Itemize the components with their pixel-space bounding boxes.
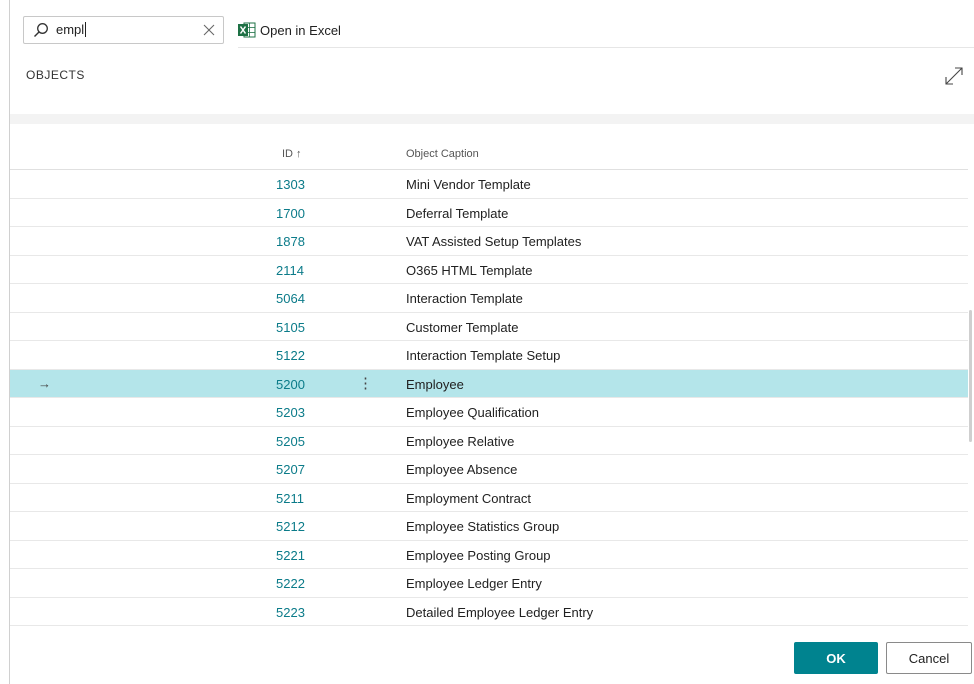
- column-header-id[interactable]: ID ↑: [282, 148, 302, 160]
- object-caption: Employee Qualification: [406, 405, 539, 420]
- open-in-excel-label: Open in Excel: [260, 22, 341, 38]
- object-caption: Employee Absence: [406, 462, 518, 477]
- close-icon[interactable]: [202, 23, 216, 37]
- object-id-link[interactable]: 5205: [276, 434, 305, 449]
- table-row[interactable]: → 5200 ⋮ Employee: [10, 369, 968, 398]
- search-value: empl: [56, 22, 87, 37]
- table-row[interactable]: 5122 Interaction Template Setup: [10, 341, 968, 370]
- object-caption: Employee Posting Group: [406, 547, 551, 563]
- object-caption: Deferral Template: [406, 205, 509, 221]
- toolbar-divider: [238, 47, 974, 48]
- grid-rows: 1303 Mini Vendor Template 1700 Deferral Tem…: [10, 170, 968, 626]
- object-caption: Detailed Employee Ledger Entry: [406, 604, 594, 620]
- open-in-excel-button[interactable]: Open in Excel: [238, 18, 341, 42]
- object-id-link[interactable]: 5200: [276, 377, 305, 392]
- toolbar: empl Open in Excel: [0, 0, 974, 48]
- object-id-link[interactable]: 2114: [276, 263, 304, 278]
- object-id-link[interactable]: 5122: [276, 348, 305, 363]
- row-actions-icon[interactable]: ⋮: [358, 374, 373, 392]
- scrollbar-thumb[interactable]: [969, 310, 972, 442]
- table-row[interactable]: 1700 Deferral Template: [10, 199, 968, 227]
- table-row[interactable]: 2114 O365 HTML Template: [10, 256, 968, 284]
- object-id-link[interactable]: 1878: [276, 234, 305, 249]
- object-id-link[interactable]: 5105: [276, 320, 305, 335]
- table-row[interactable]: 5205 Employee Relative: [10, 427, 968, 455]
- table-row[interactable]: 5222 Employee Ledger Entry: [10, 569, 968, 598]
- section-title: OBJECTS: [26, 68, 85, 82]
- current-row-arrow-icon: →: [38, 375, 51, 391]
- object-caption: Mini Vendor Template: [406, 177, 531, 192]
- table-row[interactable]: 5212 Employee Statistics Group: [10, 512, 968, 541]
- object-id-link[interactable]: 5222: [276, 576, 305, 591]
- objects-grid: ID ↑ Object Caption 1303 Mini Vendor Temp…: [10, 138, 968, 626]
- table-row[interactable]: 1303 Mini Vendor Template: [10, 170, 968, 199]
- table-row[interactable]: 5223 Detailed Employee Ledger Entry: [10, 598, 968, 626]
- object-caption: Employee Ledger Entry: [406, 576, 542, 591]
- table-row[interactable]: 5211 Employment Contract: [10, 484, 968, 512]
- object-caption: Interaction Template Setup: [406, 348, 561, 363]
- object-id-link[interactable]: 5212: [276, 519, 305, 534]
- grid-top-band: [10, 114, 974, 124]
- object-caption: Interaction Template: [406, 291, 523, 306]
- object-id-link[interactable]: 5207: [276, 462, 305, 477]
- object-caption: Employee: [406, 376, 464, 392]
- object-caption: Employee Relative: [406, 433, 515, 449]
- object-caption: Employee Statistics Group: [406, 519, 560, 534]
- grid-header: ID ↑ Object Caption: [10, 138, 968, 170]
- object-caption: VAT Assisted Setup Templates: [406, 234, 582, 249]
- object-id-link[interactable]: 1303: [276, 177, 305, 192]
- table-row[interactable]: 5221 Employee Posting Group: [10, 541, 968, 569]
- object-id-link[interactable]: 5221: [276, 548, 305, 563]
- table-row[interactable]: 5207 Employee Absence: [10, 455, 968, 484]
- table-row[interactable]: 1878 VAT Assisted Setup Templates: [10, 227, 968, 256]
- table-row[interactable]: 5064 Interaction Template: [10, 284, 968, 313]
- object-id-link[interactable]: 1700: [276, 206, 305, 221]
- object-caption: Employment Contract: [406, 490, 531, 506]
- object-id-link[interactable]: 5203: [276, 405, 305, 420]
- object-caption: O365 HTML Template: [406, 262, 533, 278]
- object-id-link[interactable]: 5211: [276, 491, 304, 506]
- expand-icon[interactable]: [944, 66, 964, 86]
- object-caption: Customer Template: [406, 319, 519, 335]
- excel-icon: [238, 22, 256, 38]
- cancel-button[interactable]: Cancel: [886, 642, 972, 674]
- search-input[interactable]: empl: [23, 16, 224, 44]
- table-row[interactable]: 5105 Customer Template: [10, 313, 968, 341]
- ok-button[interactable]: OK: [794, 642, 878, 674]
- table-row[interactable]: 5203 Employee Qualification: [10, 398, 968, 427]
- object-id-link[interactable]: 5064: [276, 291, 305, 306]
- column-header-caption[interactable]: Object Caption: [406, 148, 479, 160]
- search-icon: [34, 23, 48, 37]
- object-id-link[interactable]: 5223: [276, 605, 305, 620]
